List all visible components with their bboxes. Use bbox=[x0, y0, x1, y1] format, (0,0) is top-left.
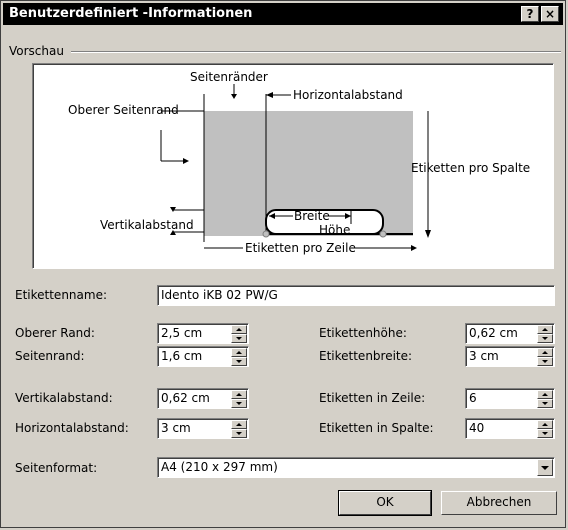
spin-up-icon[interactable] bbox=[231, 390, 247, 399]
etikettenname-value: Idento iKB 02 PW/G bbox=[161, 288, 278, 302]
etiketten-in-spalte-value: 40 bbox=[469, 421, 485, 435]
etikettenbreite-label: Etikettenbreite: bbox=[319, 349, 413, 363]
spin-down-icon[interactable] bbox=[231, 399, 247, 408]
spin-down-icon[interactable] bbox=[537, 429, 553, 438]
vertikalabstand-value: 0,62 cm bbox=[161, 391, 210, 405]
horizontalabstand-value: 3 cm bbox=[161, 421, 191, 435]
spin-down-icon[interactable] bbox=[537, 357, 553, 366]
preview-label-vertikalabstand: Vertikalabstand bbox=[100, 218, 194, 232]
preview-label-etiketten-pro-zeile: Etiketten pro Zeile bbox=[245, 241, 356, 255]
etikettenhoehe-label: Etikettenhöhe: bbox=[319, 326, 407, 340]
preview-label-hoehe: Höhe bbox=[319, 223, 351, 237]
title-bar[interactable]: Benutzerdefiniert -Informationen ? × bbox=[3, 3, 563, 25]
seitenrand-spinner[interactable] bbox=[231, 348, 247, 366]
oberer-rand-field[interactable]: 2,5 cm bbox=[157, 323, 249, 344]
vertikalabstand-spinner[interactable] bbox=[231, 390, 247, 408]
spin-up-icon[interactable] bbox=[537, 325, 553, 334]
seitenformat-select[interactable]: A4 (210 x 297 mm) bbox=[157, 457, 555, 478]
close-button[interactable]: × bbox=[541, 6, 559, 22]
etiketten-in-zeile-field[interactable]: 6 bbox=[465, 388, 555, 409]
spin-up-icon[interactable] bbox=[537, 420, 553, 429]
etiketten-in-zeile-label: Etiketten in Zeile: bbox=[319, 391, 426, 405]
spin-up-icon[interactable] bbox=[231, 348, 247, 357]
preview-label-oberer-seitenrand: Oberer Seitenrand bbox=[68, 103, 179, 117]
spin-up-icon[interactable] bbox=[231, 420, 247, 429]
oberer-rand-label: Oberer Rand: bbox=[15, 326, 95, 340]
etikettenhoehe-spinner[interactable] bbox=[537, 325, 553, 343]
etikettenname-label: Etikettenname: bbox=[15, 288, 107, 302]
spin-down-icon[interactable] bbox=[231, 429, 247, 438]
seitenrand-value: 1,6 cm bbox=[161, 349, 203, 363]
etiketten-in-spalte-field[interactable]: 40 bbox=[465, 418, 555, 439]
oberer-rand-spinner[interactable] bbox=[231, 325, 247, 343]
etikettenbreite-field[interactable]: 3 cm bbox=[465, 346, 555, 367]
horizontalabstand-label: Horizontalabstand: bbox=[15, 421, 129, 435]
spin-up-icon[interactable] bbox=[537, 390, 553, 399]
spin-down-icon[interactable] bbox=[537, 399, 553, 408]
preview-label-horizontalabstand: Horizontalabstand bbox=[293, 88, 403, 102]
dropdown-arrow-icon[interactable] bbox=[537, 459, 553, 476]
spin-up-icon[interactable] bbox=[231, 325, 247, 334]
help-button[interactable]: ? bbox=[521, 6, 539, 22]
horizontalabstand-spinner[interactable] bbox=[231, 420, 247, 438]
etiketten-in-zeile-value: 6 bbox=[469, 391, 477, 405]
preview-label-seitenraender: Seitenränder bbox=[190, 70, 268, 84]
horizontalabstand-field[interactable]: 3 cm bbox=[157, 418, 249, 439]
etikettenname-field[interactable]: Idento iKB 02 PW/G bbox=[157, 285, 555, 306]
preview-group-divider bbox=[71, 51, 561, 53]
spin-down-icon[interactable] bbox=[537, 334, 553, 343]
oberer-rand-value: 2,5 cm bbox=[161, 326, 203, 340]
seitenformat-label: Seitenformat: bbox=[15, 461, 98, 475]
spin-down-icon[interactable] bbox=[231, 334, 247, 343]
abbrechen-button[interactable]: Abbrechen bbox=[441, 491, 557, 515]
etiketten-in-spalte-label: Etiketten in Spalte: bbox=[319, 421, 434, 435]
spin-down-icon[interactable] bbox=[231, 357, 247, 366]
etikettenhoehe-field[interactable]: 0,62 cm bbox=[465, 323, 555, 344]
seitenrand-label: Seitenrand: bbox=[15, 349, 85, 363]
seitenrand-field[interactable]: 1,6 cm bbox=[157, 346, 249, 367]
preview-group-label: Vorschau bbox=[9, 44, 64, 58]
etikettenbreite-spinner[interactable] bbox=[537, 348, 553, 366]
spin-up-icon[interactable] bbox=[537, 348, 553, 357]
preview-label-etiketten-pro-spalte: Etiketten pro Spalte bbox=[411, 161, 531, 175]
etiketten-in-spalte-spinner[interactable] bbox=[537, 420, 553, 438]
etiketten-in-zeile-spinner[interactable] bbox=[537, 390, 553, 408]
window-title: Benutzerdefiniert -Informationen bbox=[9, 6, 253, 21]
preview-panel: Seitenränder Oberer Seitenrand Horizonta… bbox=[32, 63, 554, 269]
etikettenbreite-value: 3 cm bbox=[469, 349, 499, 363]
dialog-window: Benutzerdefiniert -Informationen ? × Vor… bbox=[0, 0, 566, 528]
vertikalabstand-field[interactable]: 0,62 cm bbox=[157, 388, 249, 409]
seitenformat-value: A4 (210 x 297 mm) bbox=[161, 460, 278, 474]
etikettenhoehe-value: 0,62 cm bbox=[469, 326, 518, 340]
vertikalabstand-label: Vertikalabstand: bbox=[15, 391, 113, 405]
ok-button[interactable]: OK bbox=[338, 490, 432, 516]
preview-label-breite: Breite bbox=[294, 209, 330, 223]
